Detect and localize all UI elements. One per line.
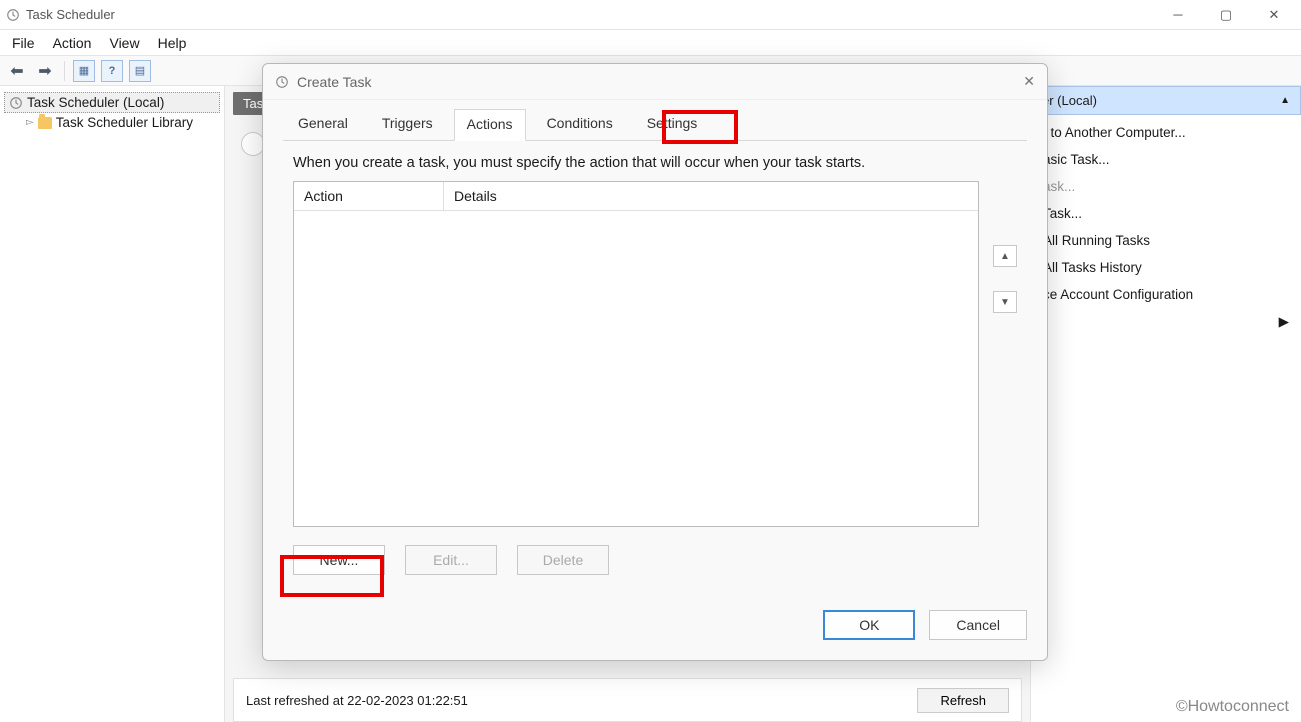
window-minimize-button[interactable]: ─ [1163, 7, 1193, 23]
action-item[interactable]: asic Task... [1031, 146, 1301, 173]
edit-button[interactable]: Edit... [405, 545, 497, 575]
create-task-dialog: Create Task ✕ General Triggers Actions C… [262, 63, 1048, 661]
tree-library-label: Task Scheduler Library [56, 115, 193, 130]
dialog-footer: OK Cancel [263, 600, 1047, 660]
statusbar: Last refreshed at 22-02-2023 01:22:51 Re… [233, 678, 1022, 722]
column-header-action[interactable]: Action [294, 182, 444, 210]
delete-button[interactable]: Delete [517, 545, 609, 575]
watermark: ©Howtoconnect [1176, 698, 1289, 716]
chevron-right-icon: ▶ [1279, 314, 1289, 330]
dialog-titlebar: Create Task ✕ [263, 64, 1047, 100]
toolbar-refresh-button[interactable]: ▤ [129, 60, 151, 82]
tree-root-label: Task Scheduler (Local) [27, 95, 164, 110]
refresh-button[interactable]: Refresh [917, 688, 1009, 713]
clock-icon [275, 75, 289, 89]
ok-button[interactable]: OK [823, 610, 915, 640]
window-maximize-button[interactable]: ▢ [1211, 7, 1241, 23]
tab-triggers[interactable]: Triggers [369, 108, 446, 140]
action-item-label: t to Another Computer... [1043, 125, 1186, 140]
action-item-label: ce Account Configuration [1043, 287, 1193, 302]
tree-root[interactable]: Task Scheduler (Local) [4, 92, 220, 113]
action-item[interactable]: All Running Tasks [1031, 227, 1301, 254]
action-item[interactable]: ask... [1031, 173, 1301, 200]
tab-hint: When you create a task, you must specify… [283, 141, 1027, 181]
tab-settings[interactable]: Settings [634, 108, 711, 140]
action-item-label: All Tasks History [1043, 260, 1142, 275]
menu-help[interactable]: Help [158, 35, 187, 51]
left-pane: Task Scheduler (Local) ▻ Task Scheduler … [0, 86, 225, 722]
right-pane-header-label: er (Local) [1042, 93, 1097, 108]
menu-action[interactable]: Action [53, 35, 92, 51]
menu-view[interactable]: View [109, 35, 139, 51]
menu-file[interactable]: File [12, 35, 35, 51]
action-item[interactable]: All Tasks History [1031, 254, 1301, 281]
move-down-button[interactable]: ▼ [993, 291, 1017, 313]
nav-back-button[interactable]: ⬅ [6, 60, 28, 82]
tab-general[interactable]: General [285, 108, 361, 140]
dialog-close-button[interactable]: ✕ [1023, 73, 1035, 90]
action-item-more[interactable]: ▶ [1031, 308, 1301, 336]
toolbar-separator [64, 61, 65, 81]
menubar: File Action View Help [0, 30, 1301, 56]
column-header-details[interactable]: Details [444, 182, 978, 210]
action-item[interactable]: Task... [1031, 200, 1301, 227]
cancel-button[interactable]: Cancel [929, 610, 1027, 640]
action-item-label: All Running Tasks [1043, 233, 1150, 248]
clock-icon [6, 8, 20, 22]
actions-table[interactable]: Action Details [293, 181, 979, 527]
actions-list: t to Another Computer... asic Task... as… [1031, 115, 1301, 340]
tree-item-library[interactable]: ▻ Task Scheduler Library [22, 113, 220, 132]
status-text: Last refreshed at 22-02-2023 01:22:51 [246, 693, 468, 708]
tabstrip: General Triggers Actions Conditions Sett… [283, 108, 1027, 141]
right-pane: er (Local) ▲ t to Another Computer... as… [1031, 86, 1301, 722]
clock-icon [9, 96, 23, 110]
toolbar-grid-button[interactable]: ▦ [73, 60, 95, 82]
action-item[interactable]: t to Another Computer... [1031, 119, 1301, 146]
collapse-icon: ▲ [1280, 95, 1290, 106]
move-up-button[interactable]: ▲ [993, 245, 1017, 267]
tab-actions[interactable]: Actions [454, 109, 526, 141]
toolbar-help-button[interactable]: ? [101, 60, 123, 82]
window-close-button[interactable]: ✕ [1259, 7, 1289, 23]
action-item[interactable]: ce Account Configuration [1031, 281, 1301, 308]
dialog-title: Create Task [297, 74, 371, 90]
new-button[interactable]: New... [293, 545, 385, 575]
nav-forward-button[interactable]: ➡ [34, 60, 56, 82]
right-pane-header[interactable]: er (Local) ▲ [1031, 86, 1301, 115]
folder-icon [38, 117, 52, 129]
tab-conditions[interactable]: Conditions [534, 108, 626, 140]
app-title: Task Scheduler [26, 7, 115, 22]
action-item-label: asic Task... [1043, 152, 1110, 167]
titlebar: Task Scheduler ─ ▢ ✕ [0, 0, 1301, 30]
action-item-label: Task... [1043, 206, 1082, 221]
